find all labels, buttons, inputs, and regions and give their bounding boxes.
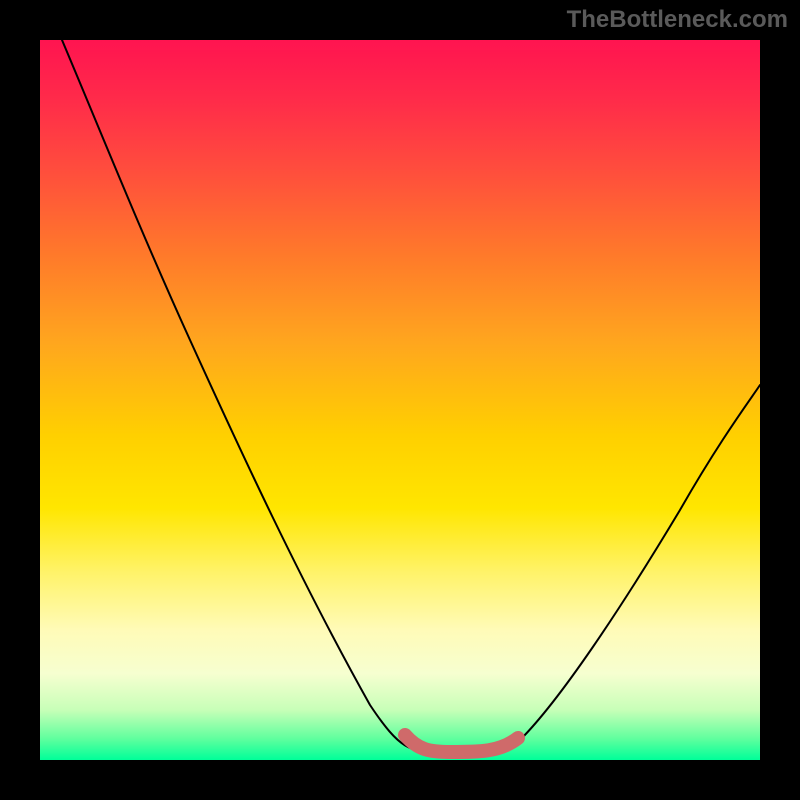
plot-area (40, 40, 760, 760)
curve-svg (40, 40, 760, 760)
trough-highlight (405, 735, 518, 752)
watermark-text: TheBottleneck.com (567, 6, 788, 34)
bottleneck-curve-line (62, 40, 760, 752)
